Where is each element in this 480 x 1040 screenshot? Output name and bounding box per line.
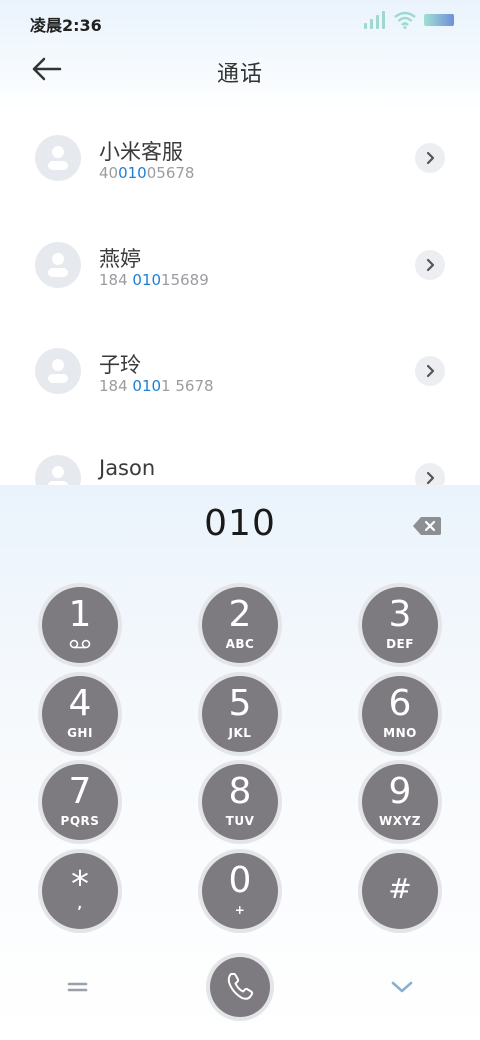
wifi-icon	[394, 11, 416, 29]
signal-icon	[364, 11, 385, 29]
contact-row[interactable]: Jason	[0, 430, 480, 485]
key-3[interactable]: 3 DEF	[362, 587, 438, 663]
key-digit: 0	[228, 860, 252, 901]
key-4[interactable]: 4 GHI	[42, 676, 118, 752]
contact-number: 184 0101 5678	[99, 377, 214, 395]
key-star[interactable]: * ,	[42, 853, 118, 929]
person-icon	[48, 359, 68, 383]
chevron-down-icon	[391, 981, 413, 993]
key-digit: #	[388, 872, 412, 905]
contact-detail-button[interactable]	[415, 463, 445, 485]
contact-name: 小米客服	[99, 140, 183, 164]
menu-button[interactable]	[64, 975, 92, 999]
collapse-dialpad-button[interactable]	[388, 975, 416, 999]
person-icon	[48, 466, 68, 485]
avatar	[35, 455, 81, 485]
dialed-number: 010	[204, 503, 276, 544]
key-6[interactable]: 6 MNO	[362, 676, 438, 752]
backspace-icon	[413, 517, 441, 535]
contact-row[interactable]: 燕婷 184 01015689	[0, 217, 480, 297]
person-icon	[48, 253, 68, 277]
key-letters: MNO	[383, 726, 417, 740]
key-letters: ABC	[225, 637, 255, 651]
key-2[interactable]: 2 ABC	[202, 587, 278, 663]
key-digit: 1	[68, 594, 92, 635]
chevron-right-icon	[426, 258, 435, 272]
voicemail-icon	[69, 639, 91, 649]
key-letters: DEF	[386, 637, 414, 651]
contact-detail-button[interactable]	[415, 143, 445, 173]
key-letters: GHI	[67, 726, 93, 740]
key-letters: JKL	[228, 726, 252, 740]
key-digit: 7	[68, 771, 92, 812]
chevron-right-icon	[426, 471, 435, 485]
battery-icon	[424, 14, 454, 26]
contact-row[interactable]: 小米客服 4001005678	[0, 110, 480, 190]
chevron-right-icon	[426, 364, 435, 378]
key-5[interactable]: 5 JKL	[202, 676, 278, 752]
key-digit: 8	[228, 771, 252, 812]
header: 凌晨2:36 通话	[0, 0, 480, 110]
key-8[interactable]: 8 TUV	[202, 764, 278, 840]
call-button[interactable]	[210, 957, 270, 1017]
key-digit: 6	[388, 683, 412, 724]
key-0[interactable]: 0 +	[202, 853, 278, 929]
key-letters: WXYZ	[379, 814, 421, 828]
contact-row[interactable]: 子玲 184 0101 5678	[0, 323, 480, 403]
key-digit: 2	[228, 594, 252, 635]
key-digit: 4	[68, 683, 92, 724]
contact-number: 184 01015689	[99, 271, 209, 289]
contact-list: 小米客服 4001005678 燕婷 184 01015689 子玲 184 0…	[0, 110, 480, 485]
key-letters: TUV	[225, 814, 255, 828]
avatar	[35, 135, 81, 181]
equals-icon	[67, 982, 88, 992]
person-icon	[48, 146, 68, 170]
contact-detail-button[interactable]	[415, 356, 445, 386]
key-hash[interactable]: #	[362, 853, 438, 929]
key-digit: 9	[388, 771, 412, 812]
status-icons	[364, 10, 456, 30]
contact-detail-button[interactable]	[415, 250, 445, 280]
status-time: 凌晨2:36	[30, 16, 102, 35]
contact-number: 4001005678	[99, 164, 195, 182]
avatar	[35, 242, 81, 288]
chevron-right-icon	[426, 151, 435, 165]
key-letters: ,	[77, 897, 83, 911]
phone-icon	[227, 972, 254, 1000]
key-digit: 5	[228, 683, 252, 724]
avatar	[35, 348, 81, 394]
key-digit: 3	[388, 594, 412, 635]
contact-name: Jason	[99, 456, 156, 480]
key-letters: PQRS	[60, 814, 100, 828]
key-9[interactable]: 9 WXYZ	[362, 764, 438, 840]
backspace-button[interactable]	[412, 515, 442, 537]
key-letters: +	[234, 903, 246, 917]
contact-name: 子玲	[99, 353, 141, 377]
key-1[interactable]: 1	[42, 587, 118, 663]
page-title: 通话	[216, 62, 263, 87]
key-7[interactable]: 7 PQRS	[42, 764, 118, 840]
dialpad-panel: 010 1 2 ABC 3 DEF 4 GHI 5 JKL 6 MNO 7 PQ…	[0, 485, 480, 1040]
contact-name: 燕婷	[99, 247, 141, 271]
